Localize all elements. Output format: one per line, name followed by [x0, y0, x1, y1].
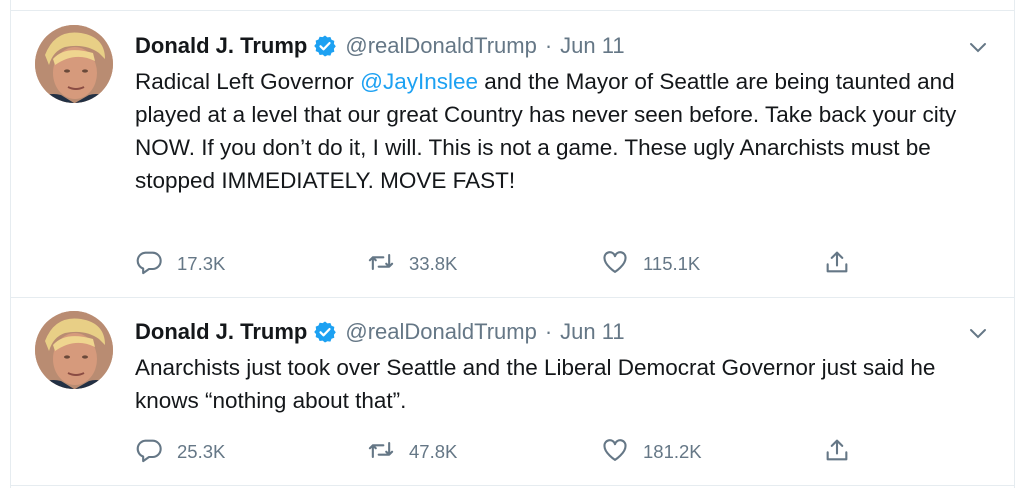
tweet-text: Radical Left Governor @JayInslee and the… [135, 65, 985, 197]
retweet-icon [367, 248, 395, 281]
like-count: 115.1K [643, 253, 701, 274]
tweet-text: Anarchists just took over Seattle and th… [135, 351, 985, 417]
author-name[interactable]: Donald J. Trump [135, 319, 307, 345]
reply-button[interactable]: 17.3K [135, 249, 225, 279]
share-icon [823, 248, 851, 281]
retweet-count: 33.8K [409, 253, 458, 274]
like-button[interactable]: 181.2K [601, 437, 702, 467]
tweet-text-before: Radical Left Governor [135, 69, 361, 94]
tweet-header: Donald J. Trump @realDonaldTrump · Jun 1… [135, 317, 625, 347]
chevron-down-icon[interactable] [966, 35, 990, 59]
tweet[interactable]: Donald J. Trump @realDonaldTrump · Jun 1… [11, 10, 1014, 298]
share-button[interactable] [823, 437, 851, 467]
like-icon [601, 248, 629, 281]
reply-count: 17.3K [177, 253, 226, 274]
retweet-icon [367, 436, 395, 469]
separator: · [544, 319, 553, 344]
author-handle[interactable]: @realDonaldTrump [345, 33, 536, 59]
like-icon [601, 436, 629, 469]
reply-button[interactable]: 25.3K [135, 437, 225, 467]
reply-icon [135, 248, 163, 281]
reply-count: 25.3K [177, 441, 226, 462]
verified-badge-icon [313, 320, 337, 344]
share-icon [823, 436, 851, 469]
author-name[interactable]: Donald J. Trump [135, 33, 307, 59]
separator: · [544, 33, 553, 58]
tweet-date[interactable]: Jun 11 [560, 33, 624, 59]
reply-icon [135, 436, 163, 469]
share-button[interactable] [823, 249, 851, 279]
tweet-actions: 17.3K 33.8K 115.1K [135, 249, 875, 279]
tweet-feed: Donald J. Trump @realDonaldTrump · Jun 1… [10, 0, 1015, 488]
tweet-actions: 25.3K 47.8K 181.2K [135, 437, 875, 467]
tweet-date[interactable]: Jun 11 [560, 319, 624, 345]
tweet-text-before: Anarchists just took over Seattle and th… [135, 355, 936, 413]
author-handle[interactable]: @realDonaldTrump [345, 319, 536, 345]
retweet-button[interactable]: 33.8K [367, 249, 457, 279]
retweet-button[interactable]: 47.8K [367, 437, 457, 467]
verified-badge-icon [313, 34, 337, 58]
retweet-count: 47.8K [409, 441, 458, 462]
avatar[interactable] [35, 311, 113, 389]
mention-link[interactable]: @JayInslee [360, 69, 478, 94]
chevron-down-icon[interactable] [966, 321, 990, 345]
tweet[interactable]: Donald J. Trump @realDonaldTrump · Jun 1… [11, 297, 1014, 486]
like-count: 181.2K [643, 441, 702, 462]
avatar[interactable] [35, 25, 113, 103]
tweet-header: Donald J. Trump @realDonaldTrump · Jun 1… [135, 31, 625, 61]
like-button[interactable]: 115.1K [601, 249, 700, 279]
